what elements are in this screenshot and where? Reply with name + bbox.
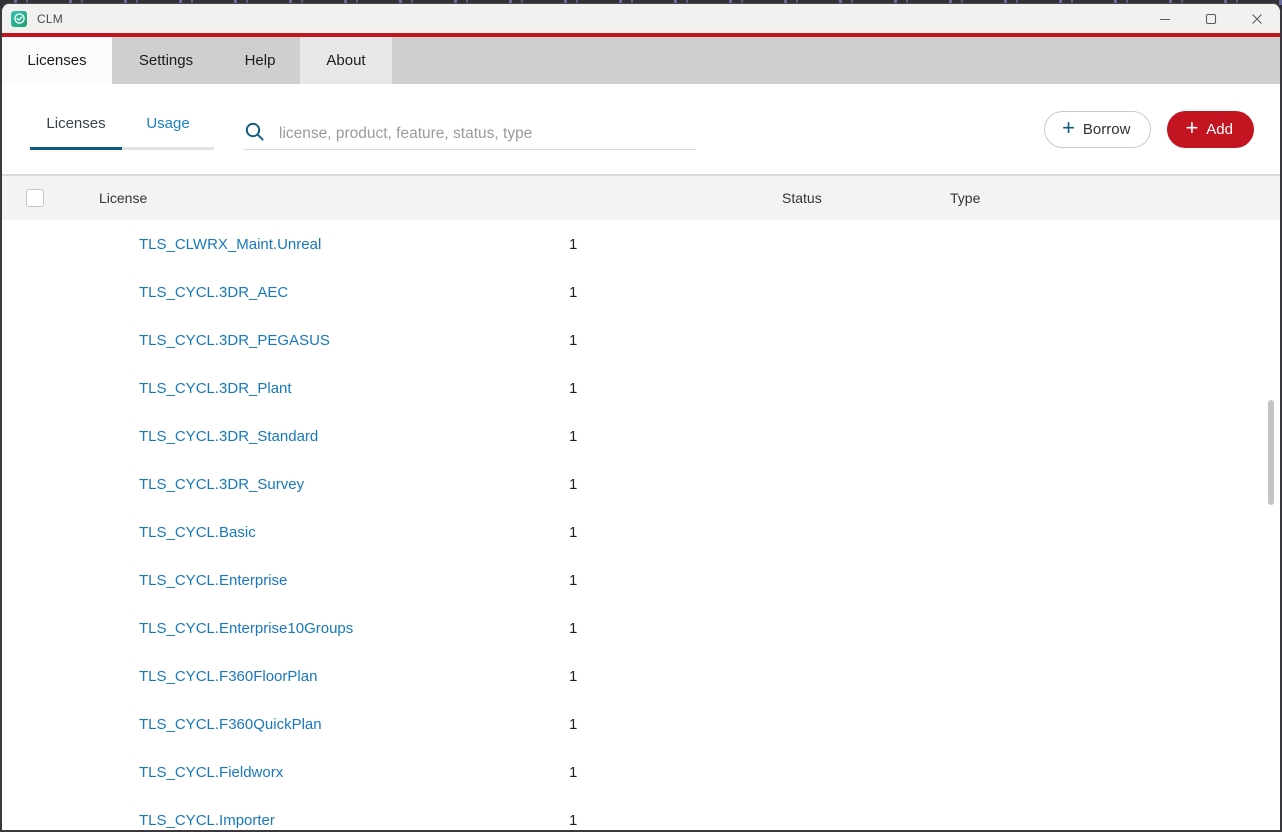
tab-about[interactable]: About [300, 37, 392, 84]
license-count: 1 [569, 475, 578, 493]
license-count: 1 [569, 235, 578, 253]
sub-tab-bar: Licenses Usage [30, 108, 214, 150]
table-row: TLS_CYCL.3DR_AEC 1 [2, 268, 1280, 316]
column-header-status: Status [782, 190, 822, 206]
license-count: 1 [569, 667, 578, 685]
license-link[interactable]: TLS_CYCL.Enterprise10Groups [139, 604, 353, 652]
window-controls [1142, 4, 1280, 33]
toolbar-row: Licenses Usage + Borrow + Add [2, 84, 1280, 174]
table-row: TLS_CYCL.Enterprise10Groups 1 [2, 604, 1280, 652]
license-link[interactable]: TLS_CYCL.3DR_Standard [139, 412, 318, 460]
license-count: 1 [569, 811, 578, 829]
license-link[interactable]: TLS_CLWRX_Maint.Unreal [139, 220, 321, 268]
license-count: 1 [569, 763, 578, 781]
table-row: TLS_CYCL.Importer 1 [2, 796, 1280, 830]
app-check-badge-icon [11, 10, 27, 27]
license-link[interactable]: TLS_CYCL.3DR_AEC [139, 268, 288, 316]
license-count: 1 [569, 283, 578, 301]
minimize-icon[interactable] [1142, 4, 1188, 33]
license-link[interactable]: TLS_CYCL.3DR_PEGASUS [139, 316, 330, 364]
search-input[interactable] [279, 125, 696, 143]
table-row: TLS_CYCL.3DR_Survey 1 [2, 460, 1280, 508]
main-tab-bar: Licenses Settings Help About [2, 37, 1280, 84]
borrow-button[interactable]: + Borrow [1044, 110, 1152, 148]
license-link[interactable]: TLS_CYCL.Basic [139, 508, 256, 556]
vertical-scrollbar-thumb[interactable] [1268, 400, 1274, 505]
license-count: 1 [569, 571, 578, 589]
table-row: TLS_CYCL.F360QuickPlan 1 [2, 700, 1280, 748]
license-count: 1 [569, 715, 578, 733]
license-link[interactable]: TLS_CYCL.F360FloorPlan [139, 652, 317, 700]
table-row: TLS_CYCL.3DR_PEGASUS 1 [2, 316, 1280, 364]
table-row: TLS_CYCL.Enterprise 1 [2, 556, 1280, 604]
table-row: TLS_CYCL.Basic 1 [2, 508, 1280, 556]
license-count: 1 [569, 331, 578, 349]
license-count: 1 [569, 619, 578, 637]
add-button[interactable]: + Add [1167, 110, 1254, 148]
table-row: TLS_CLWRX_Maint.Unreal 1 [2, 220, 1280, 268]
tab-settings[interactable]: Settings [112, 37, 220, 84]
plus-icon: + [1185, 115, 1199, 140]
plus-icon: + [1062, 115, 1075, 140]
title-bar: CLM [2, 4, 1280, 33]
clm-window: CLM Licenses Settings Help About License… [0, 3, 1282, 832]
search-icon [245, 122, 264, 141]
borrow-button-label: Borrow [1082, 120, 1131, 138]
license-link[interactable]: TLS_CYCL.3DR_Plant [139, 364, 292, 412]
add-button-label: Add [1206, 120, 1233, 138]
subtab-licenses[interactable]: Licenses [30, 108, 122, 150]
table-row: TLS_CYCL.3DR_Standard 1 [2, 412, 1280, 460]
table-row: TLS_CYCL.Fieldworx 1 [2, 748, 1280, 796]
tab-help[interactable]: Help [220, 37, 300, 84]
license-count: 1 [569, 379, 578, 397]
window-title: CLM [37, 11, 63, 26]
license-count: 1 [569, 427, 578, 445]
column-header-license: License [99, 190, 148, 206]
column-header-type: Type [950, 190, 981, 206]
tab-licenses[interactable]: Licenses [2, 37, 112, 84]
license-link[interactable]: TLS_CYCL.Enterprise [139, 556, 287, 604]
close-icon[interactable] [1234, 4, 1280, 33]
license-table-body: TLS_CLWRX_Maint.Unreal 1 TLS_CYCL.3DR_AE… [2, 220, 1280, 830]
license-link[interactable]: TLS_CYCL.3DR_Survey [139, 460, 304, 508]
license-link[interactable]: TLS_CYCL.Importer [139, 796, 275, 830]
table-header: License Status Type [2, 174, 1280, 220]
maximize-icon[interactable] [1188, 4, 1234, 33]
search-box [244, 108, 696, 150]
license-count: 1 [569, 523, 578, 541]
table-row: TLS_CYCL.F360FloorPlan 1 [2, 652, 1280, 700]
table-row: TLS_CYCL.3DR_Plant 1 [2, 364, 1280, 412]
license-link[interactable]: TLS_CYCL.F360QuickPlan [139, 700, 322, 748]
subtab-usage[interactable]: Usage [122, 108, 214, 150]
select-all-checkbox[interactable] [26, 189, 44, 207]
license-link[interactable]: TLS_CYCL.Fieldworx [139, 748, 283, 796]
